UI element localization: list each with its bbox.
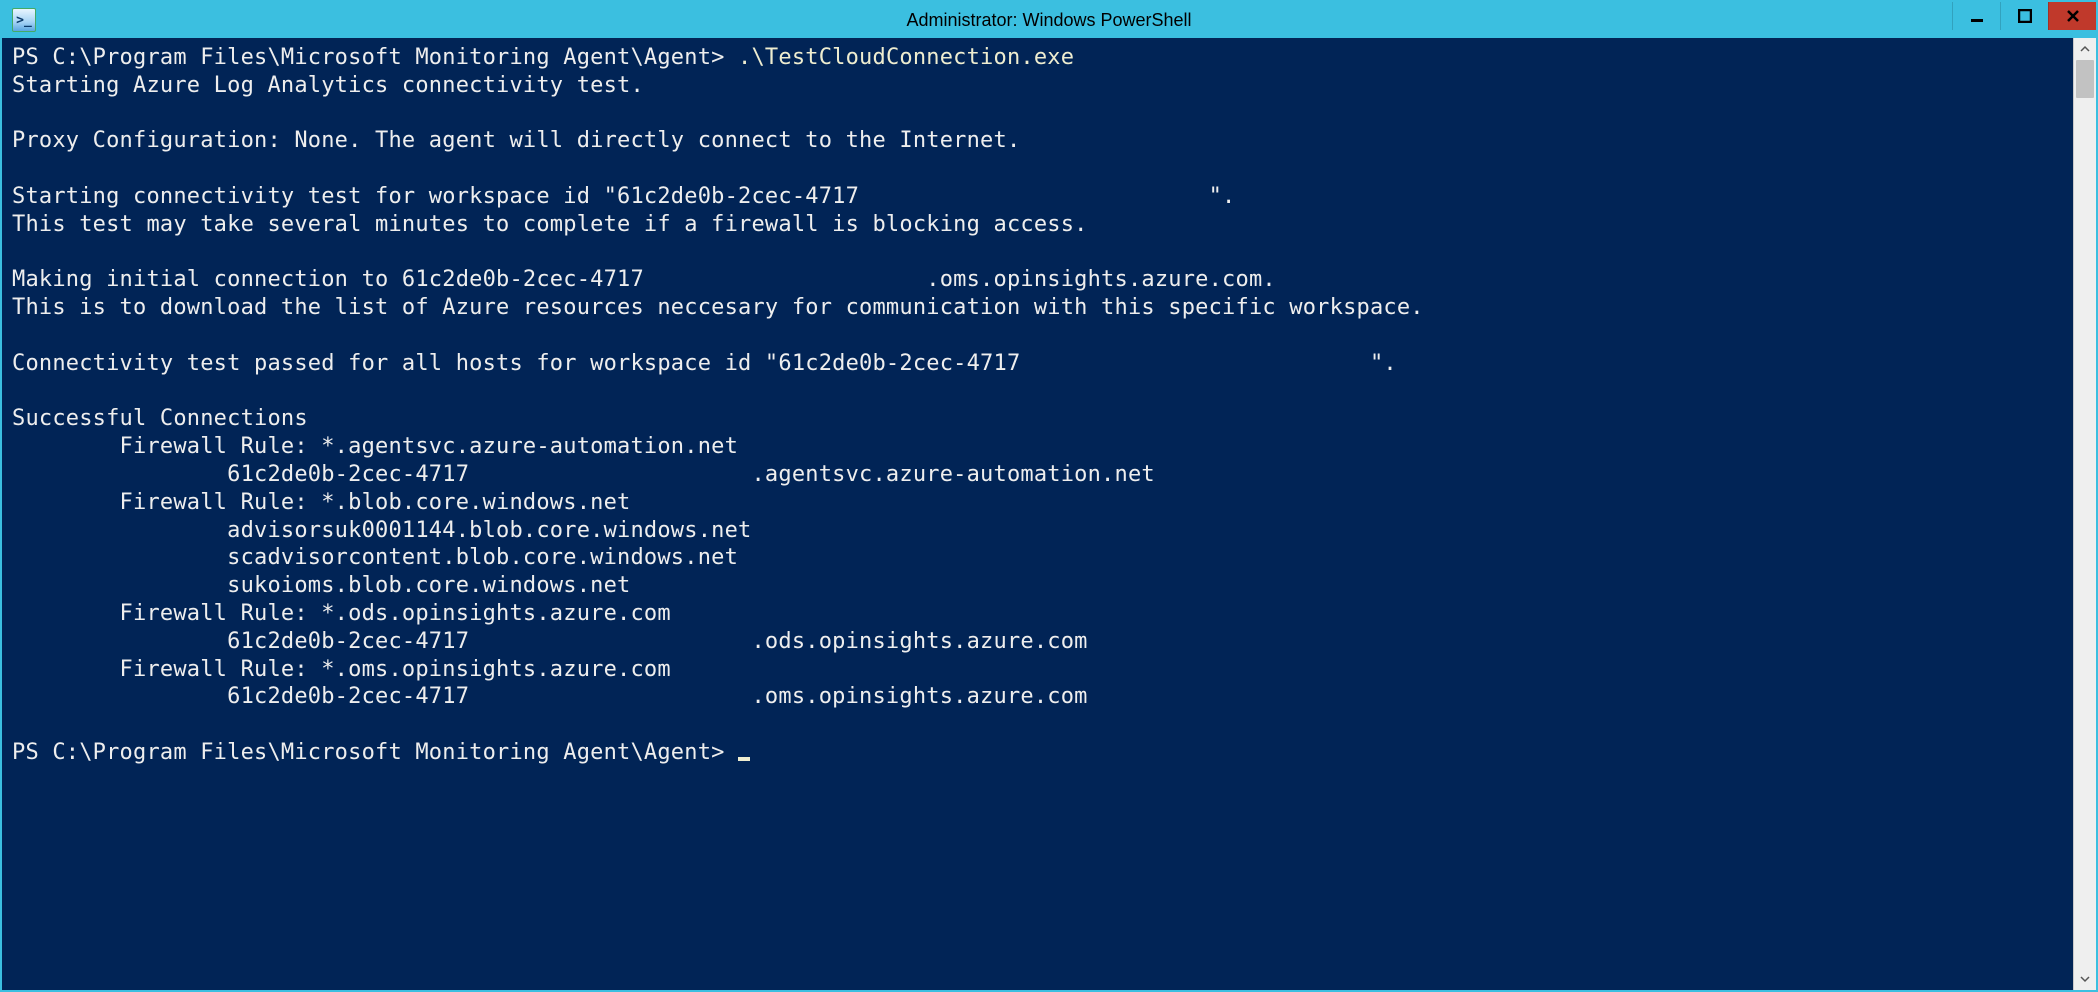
- powershell-icon-glyph: >_: [16, 13, 32, 28]
- output-line: This test may take several minutes to co…: [12, 212, 1088, 237]
- powershell-window: >_ Administrator: Windows PowerShell: [0, 0, 2098, 992]
- output-line: Starting connectivity test for workspace…: [12, 184, 1236, 209]
- maximize-button[interactable]: [2000, 2, 2048, 30]
- close-button[interactable]: [2048, 2, 2096, 30]
- output-line: sukoioms.blob.core.windows.net: [12, 573, 630, 598]
- command-typed: .\TestCloudConnection.exe: [738, 45, 1074, 70]
- window-title: Administrator: Windows PowerShell: [2, 10, 2096, 31]
- output-line: 61c2de0b-2cec-4717 .agentsvc.azure-autom…: [12, 462, 1155, 487]
- output-line: advisorsuk0001144.blob.core.windows.net: [12, 518, 751, 543]
- output-line: Starting Azure Log Analytics connectivit…: [12, 73, 644, 98]
- scroll-up-button[interactable]: [2074, 38, 2096, 60]
- scroll-down-button[interactable]: [2074, 968, 2096, 990]
- output-line: Firewall Rule: *.ods.opinsights.azure.co…: [12, 601, 671, 626]
- output-line: Connectivity test passed for all hosts f…: [12, 351, 1397, 376]
- console-output[interactable]: PS C:\Program Files\Microsoft Monitoring…: [2, 38, 2073, 990]
- chevron-up-icon: [2080, 44, 2090, 54]
- powershell-icon: >_: [12, 8, 36, 32]
- client-area: PS C:\Program Files\Microsoft Monitoring…: [2, 38, 2096, 990]
- output-line: 61c2de0b-2cec-4717 .ods.opinsights.azure…: [12, 629, 1088, 654]
- close-icon: [2066, 9, 2080, 23]
- output-line: Successful Connections: [12, 406, 308, 431]
- vertical-scrollbar[interactable]: [2073, 38, 2096, 990]
- output-line: Firewall Rule: *.agentsvc.azure-automati…: [12, 434, 738, 459]
- output-line: Firewall Rule: *.oms.opinsights.azure.co…: [12, 657, 671, 682]
- scroll-track[interactable]: [2074, 60, 2096, 968]
- window-controls: [1952, 2, 2096, 30]
- output-line: scadvisorcontent.blob.core.windows.net: [12, 545, 738, 570]
- minimize-button[interactable]: [1952, 2, 2000, 30]
- output-line: Making initial connection to 61c2de0b-2c…: [12, 267, 1276, 292]
- minimize-icon: [1970, 9, 1984, 23]
- maximize-icon: [2018, 9, 2032, 23]
- output-line: Proxy Configuration: None. The agent wil…: [12, 128, 1020, 153]
- prompt-line-2: PS C:\Program Files\Microsoft Monitoring…: [12, 740, 738, 765]
- cursor: [738, 757, 750, 761]
- output-line: This is to download the list of Azure re…: [12, 295, 1424, 320]
- scroll-thumb[interactable]: [2076, 60, 2094, 98]
- prompt-line-1: PS C:\Program Files\Microsoft Monitoring…: [12, 45, 738, 70]
- titlebar[interactable]: >_ Administrator: Windows PowerShell: [2, 2, 2096, 38]
- output-line: 61c2de0b-2cec-4717 .oms.opinsights.azure…: [12, 684, 1088, 709]
- chevron-down-icon: [2080, 974, 2090, 984]
- output-line: Firewall Rule: *.blob.core.windows.net: [12, 490, 630, 515]
